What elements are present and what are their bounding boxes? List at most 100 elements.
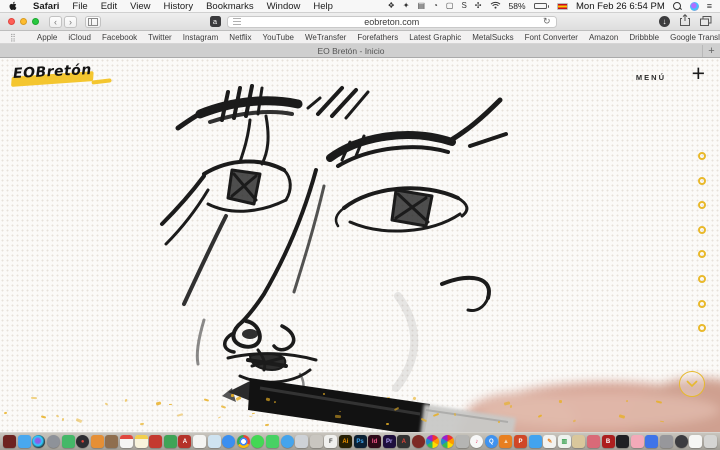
fan-icon[interactable]: ✣ — [475, 2, 482, 10]
siri-icon[interactable] — [690, 2, 699, 11]
menu-item-help[interactable]: Help — [313, 1, 333, 12]
dock-app-calendar[interactable] — [120, 435, 133, 448]
spotlight-icon[interactable] — [673, 2, 682, 11]
bookmark-forefathers[interactable]: Forefathers — [357, 33, 398, 42]
bookmark-youtube[interactable]: YouTube — [263, 33, 294, 42]
menu-item-history[interactable]: History — [164, 1, 194, 12]
zoom-window-button[interactable] — [32, 18, 39, 25]
reader-icon[interactable] — [233, 18, 241, 25]
dock-app-twitter[interactable] — [281, 435, 294, 448]
site-logo[interactable]: EOBretón — [13, 61, 93, 83]
dock-app-safari[interactable] — [222, 435, 235, 448]
dock-app-quicktime[interactable]: Q — [485, 435, 498, 448]
dock-app-film-reel[interactable] — [675, 435, 688, 448]
dock-app-edge-app[interactable] — [3, 435, 16, 448]
chat-icon[interactable]: ✦ — [403, 2, 410, 10]
menu-clock[interactable]: Mon Feb 26 6:54 PM — [576, 1, 665, 12]
dock-app-chrome[interactable] — [237, 435, 250, 448]
tab-overview-button[interactable] — [700, 13, 712, 31]
url-text[interactable]: eobreton.com — [241, 17, 543, 27]
scroll-down-button[interactable] — [679, 371, 705, 397]
bookmark-dribbble[interactable]: Dribbble — [629, 33, 659, 42]
bookmark-amazon[interactable]: Amazon — [589, 33, 618, 42]
bookmark-grid-icon[interactable]: ⣿ — [10, 33, 16, 42]
dock-app-bluetooth[interactable] — [645, 435, 658, 448]
dock-app-finder[interactable] — [18, 435, 31, 448]
dock-app-colorsync[interactable] — [426, 435, 439, 448]
site-menu-button[interactable]: MENÚ — [636, 73, 666, 82]
new-tab-button[interactable]: + — [702, 45, 720, 57]
section-nav-dot[interactable] — [698, 300, 706, 308]
dock-app-document[interactable] — [193, 435, 206, 448]
notification-center-icon[interactable]: ≡ — [707, 2, 712, 11]
dock-app-powerpoint[interactable]: P — [514, 435, 527, 448]
dock-app-numbers[interactable]: ▥ — [558, 435, 571, 448]
site-plus-button[interactable]: + — [692, 62, 705, 85]
dock-app-photoshop[interactable]: Ps — [354, 435, 367, 448]
display-icon[interactable]: ▢ — [446, 2, 454, 10]
dock-app-indesign[interactable]: Id — [368, 435, 381, 448]
dock-app-trash[interactable] — [704, 435, 717, 448]
bookmark-apple[interactable]: Apple — [37, 33, 57, 42]
menu-item-safari[interactable]: Safari — [33, 1, 59, 12]
dock-app-siri[interactable] — [32, 435, 45, 448]
downloads-button[interactable]: ↓ — [659, 16, 670, 27]
menu-item-bookmarks[interactable]: Bookmarks — [206, 1, 254, 12]
clipboard-icon[interactable]: ▤ — [417, 2, 425, 10]
dock-app-textedit[interactable] — [689, 435, 702, 448]
back-button[interactable]: ‹ — [49, 16, 62, 28]
dock-app-sketch[interactable] — [310, 435, 323, 448]
dock-app-vlc[interactable]: ▲ — [499, 435, 512, 448]
address-bar[interactable]: eobreton.com ↻ — [227, 16, 557, 28]
menu-item-view[interactable]: View — [130, 1, 150, 12]
dock-app-illustrator[interactable]: Ai — [339, 435, 352, 448]
dock-app-files[interactable] — [91, 435, 104, 448]
dock-app-maps[interactable] — [208, 435, 221, 448]
section-nav-dot[interactable] — [698, 275, 706, 283]
dock-app-stickies[interactable] — [631, 435, 644, 448]
forward-button[interactable]: › — [64, 16, 77, 28]
apple-menu-icon[interactable] — [8, 0, 18, 12]
skype-icon[interactable]: S — [461, 2, 466, 10]
close-window-button[interactable] — [8, 18, 15, 25]
bookmark-google-translate[interactable]: Google Translate — [670, 33, 720, 42]
dock-app-adobe-reader[interactable]: A — [178, 435, 191, 448]
extension-button[interactable]: a — [210, 16, 221, 27]
dock-app-messages[interactable] — [266, 435, 279, 448]
menu-item-file[interactable]: File — [72, 1, 87, 12]
dock-app-folder-stack[interactable] — [572, 435, 585, 448]
bookmark-metalsucks[interactable]: MetalSucks — [472, 33, 513, 42]
input-language-flag-icon[interactable] — [557, 3, 568, 10]
section-nav-dot[interactable] — [698, 177, 706, 185]
dock-app-activity-monitor[interactable]: ● — [76, 435, 89, 448]
dock-app-utilities[interactable] — [660, 435, 673, 448]
dock-app-screen-sharing[interactable] — [587, 435, 600, 448]
tab-active[interactable]: EO Bretón - Inicio — [0, 46, 702, 56]
dock-app-terminal[interactable] — [616, 435, 629, 448]
bookmark-font-converter[interactable]: Font Converter — [525, 33, 578, 42]
dock-app-launchpad[interactable] — [47, 435, 60, 448]
wifi-icon[interactable] — [490, 1, 501, 11]
video-canvas[interactable] — [0, 58, 720, 432]
dock-app-notes[interactable] — [135, 435, 148, 448]
bookmark-wetransfer[interactable]: WeTransfer — [305, 33, 346, 42]
bookmark-facebook[interactable]: Facebook — [102, 33, 137, 42]
menu-item-window[interactable]: Window — [267, 1, 301, 12]
reload-icon[interactable]: ↻ — [543, 16, 551, 27]
dock-app-font-book[interactable]: F — [324, 435, 337, 448]
dock-app-premiere[interactable]: Pr — [383, 435, 396, 448]
dock-app-preview[interactable] — [295, 435, 308, 448]
dock-app-pages[interactable]: ✎ — [543, 435, 556, 448]
timer-icon[interactable]: ◔ — [433, 2, 438, 10]
section-nav-dot[interactable] — [698, 152, 706, 160]
dock-app-bluefish[interactable]: B — [602, 435, 615, 448]
dock-app-contacts[interactable] — [105, 435, 118, 448]
bookmark-icloud[interactable]: iCloud — [68, 33, 91, 42]
share-button[interactable] — [680, 13, 690, 31]
minimize-window-button[interactable] — [20, 18, 27, 25]
bookmark-instagram[interactable]: Instagram — [183, 33, 219, 42]
dock-app-keynote[interactable] — [529, 435, 542, 448]
dock-app-acrobat[interactable]: A — [397, 435, 410, 448]
bookmark-netflix[interactable]: Netflix — [229, 33, 251, 42]
menu-item-edit[interactable]: Edit — [101, 1, 117, 12]
